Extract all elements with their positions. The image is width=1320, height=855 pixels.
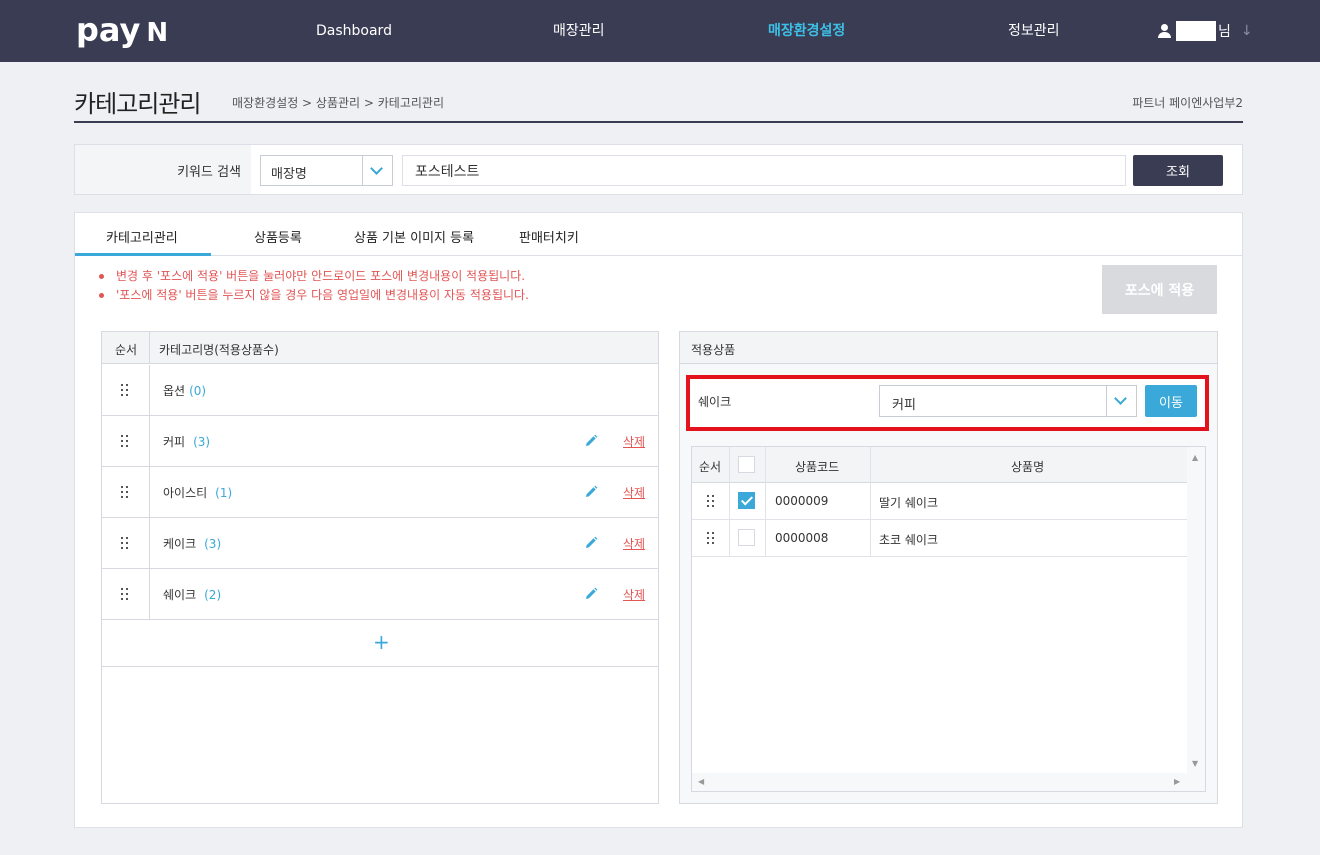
apply-to-pos-button[interactable]: 포스에 적용 — [1102, 265, 1217, 314]
category-row[interactable]: 쉐이크 (2) 삭제 — [102, 569, 658, 620]
vertical-scrollbar[interactable]: ▲ ▼ — [1187, 447, 1205, 791]
product-checkbox[interactable] — [738, 492, 755, 509]
pencil-icon[interactable] — [584, 434, 598, 448]
partner-name: 파트너 페이엔사업부2 — [1132, 96, 1243, 110]
scroll-down-icon[interactable]: ▼ — [1192, 759, 1198, 768]
delete-link[interactable]: 삭제 — [623, 586, 645, 603]
page-title: 카테고리관리 — [74, 90, 201, 118]
drag-handle-icon[interactable] — [707, 495, 715, 507]
product-checkbox[interactable] — [738, 529, 755, 546]
products-grid: 순서 상품코드 상품명 0000009 딸기 쉐이크 0000008 초코 쉐이… — [691, 446, 1206, 792]
category-name: 커피 (3) — [163, 435, 211, 449]
pencil-icon[interactable] — [584, 536, 598, 550]
category-name: 옵션 (0) — [163, 384, 207, 398]
category-row[interactable]: 커피 (3) 삭제 — [102, 416, 658, 467]
nav-dashboard[interactable]: Dashboard — [316, 21, 392, 41]
category-table: 순서 카테고리명(적용상품수) 옵션 (0) 커피 (3) 삭제 아이스티 (1) 삭… — [101, 331, 659, 804]
current-category-label: 쉐이크 — [698, 395, 732, 409]
header-order: 순서 — [115, 343, 138, 357]
applied-products-panel: 적용상품 쉐이크 커피 이동 순서 상품코드 상품명 0000009 딸기 쉐이… — [679, 331, 1218, 804]
payn-logo[interactable]: pay N — [76, 12, 168, 51]
delete-link[interactable]: 삭제 — [623, 484, 645, 501]
search-label-cell: 키워드 검색 — [75, 145, 251, 194]
header-product-name: 상품명 — [1011, 460, 1045, 474]
product-code: 0000008 — [775, 531, 829, 545]
horizontal-scrollbar[interactable]: ◀ ▶ — [692, 773, 1187, 791]
top-nav-bar: pay N Dashboard 매장관리 매장환경설정 정보관리 님 ↓ — [0, 0, 1320, 62]
move-button[interactable]: 이동 — [1145, 385, 1197, 417]
product-row[interactable]: 0000008 초코 쉐이크 — [692, 520, 1187, 557]
category-row[interactable]: 케이크 (3) 삭제 — [102, 518, 658, 569]
main-panel: 카테고리관리 상품등록 상품 기본 이미지 등록 판매터치키 변경 후 '포스에… — [74, 212, 1243, 828]
search-button[interactable]: 조회 — [1133, 155, 1223, 186]
nav-info-management[interactable]: 정보관리 — [1008, 21, 1060, 41]
drag-handle-icon[interactable] — [121, 384, 129, 396]
product-code: 0000009 — [775, 494, 829, 508]
scroll-left-icon[interactable]: ◀ — [698, 777, 704, 786]
category-table-header: 순서 카테고리명(적용상품수) — [102, 332, 658, 364]
tab-category-management[interactable]: 카테고리관리 — [106, 227, 178, 246]
tab-sales-touchkey[interactable]: 판매터치키 — [519, 227, 579, 246]
search-label: 키워드 검색 — [177, 165, 241, 180]
category-name: 아이스티 (1) — [163, 486, 233, 500]
applied-products-title: 적용상품 — [691, 343, 736, 357]
product-row[interactable]: 0000009 딸기 쉐이크 — [692, 483, 1187, 520]
drag-handle-icon[interactable] — [121, 537, 129, 549]
chevron-down-icon[interactable] — [1106, 386, 1136, 416]
pencil-icon[interactable] — [584, 485, 598, 499]
user-menu[interactable]: 님 ↓ — [1158, 20, 1253, 42]
products-grid-header: 순서 상품코드 상품명 — [692, 447, 1187, 483]
breadcrumb: 매장환경설정 > 상품관리 > 카테고리관리 — [232, 96, 445, 110]
category-name: 쉐이크 (2) — [163, 588, 222, 602]
delete-link[interactable]: 삭제 — [623, 433, 645, 450]
move-category-box: 쉐이크 커피 이동 — [686, 375, 1209, 431]
user-icon — [1158, 24, 1172, 38]
product-name: 초코 쉐이크 — [879, 533, 939, 547]
category-row[interactable]: 아이스티 (1) 삭제 — [102, 467, 658, 518]
search-panel: 키워드 검색 매장명 조회 — [74, 144, 1243, 195]
user-name-redacted — [1176, 21, 1216, 41]
add-category-row: + — [102, 620, 658, 667]
category-name: 케이크 (3) — [163, 537, 222, 551]
select-all-checkbox[interactable] — [738, 456, 755, 473]
active-tab-indicator — [75, 253, 211, 256]
drag-handle-icon[interactable] — [121, 486, 129, 498]
tab-product-registration[interactable]: 상품등록 — [254, 227, 302, 246]
applied-products-header: 적용상품 — [680, 332, 1217, 364]
logout-arrow-icon[interactable]: ↓ — [1241, 23, 1253, 39]
header-category-name: 카테고리명(적용상품수) — [159, 343, 279, 357]
category-row[interactable]: 옵션 (0) — [102, 365, 658, 416]
chevron-down-icon[interactable] — [362, 156, 392, 185]
add-category-button[interactable]: + — [373, 630, 390, 654]
notice-line-2: '포스에 적용' 버튼을 누르지 않을 경우 다음 영업일에 변경내용이 자동 … — [99, 286, 529, 303]
notice-line-1: 변경 후 '포스에 적용' 버튼을 눌러야만 안드로이드 포스에 변경내용이 적… — [99, 267, 525, 284]
title-divider — [74, 121, 1243, 123]
nav-store-settings[interactable]: 매장환경설정 — [768, 21, 845, 41]
move-target-value: 커피 — [892, 398, 916, 413]
search-type-value: 매장명 — [271, 167, 307, 182]
tab-product-image[interactable]: 상품 기본 이미지 등록 — [354, 227, 474, 246]
tab-bar: 카테고리관리 상품등록 상품 기본 이미지 등록 판매터치키 — [75, 213, 1242, 256]
keyword-input[interactable] — [402, 155, 1126, 186]
pencil-icon[interactable] — [584, 587, 598, 601]
nav-store-management[interactable]: 매장관리 — [553, 21, 605, 41]
product-name: 딸기 쉐이크 — [879, 496, 939, 510]
drag-handle-icon[interactable] — [707, 532, 715, 544]
drag-handle-icon[interactable] — [121, 435, 129, 447]
delete-link[interactable]: 삭제 — [623, 535, 645, 552]
move-target-select[interactable]: 커피 — [879, 385, 1137, 417]
scroll-up-icon[interactable]: ▲ — [1192, 453, 1198, 462]
header-order: 순서 — [699, 460, 722, 474]
header-product-code: 상품코드 — [795, 460, 840, 474]
search-type-select[interactable]: 매장명 — [260, 155, 393, 186]
user-suffix: 님 — [1218, 24, 1231, 40]
scroll-right-icon[interactable]: ▶ — [1174, 777, 1180, 786]
drag-handle-icon[interactable] — [121, 588, 129, 600]
